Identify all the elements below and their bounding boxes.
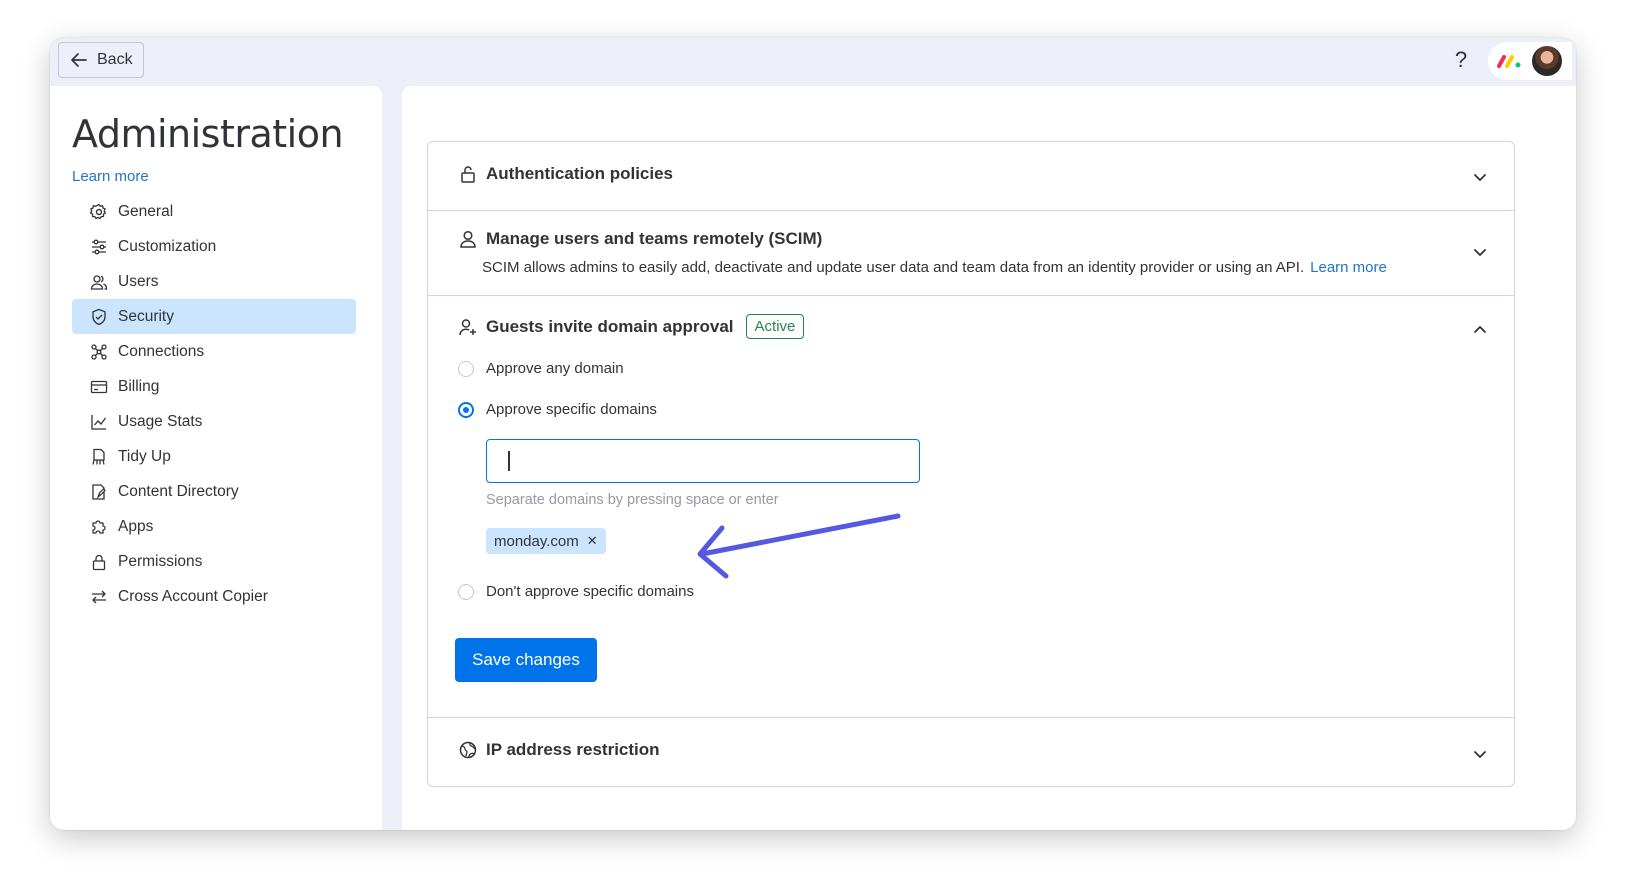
radio-approve-any-domain[interactable]: Approve any domain [458,360,624,377]
text-cursor [508,451,510,471]
section-guests-domain-approval: Guests invite domain approval Active App… [428,296,1514,718]
section-scim[interactable]: Manage users and teams remotely (SCIM) S… [428,211,1514,296]
back-button[interactable]: Back [58,42,144,78]
user-icon [460,230,476,248]
radio-button[interactable] [458,401,474,418]
sidebar-item-label: Customization [118,237,217,255]
gear-icon [90,203,107,219]
document-icon [92,483,106,500]
section-header: Manage users and teams remotely (SCIM) [458,229,822,249]
close-icon[interactable]: ✕ [587,533,598,549]
radio-dont-approve-specific-domains[interactable]: Don't approve specific domains [458,583,694,600]
lock-icon [92,554,106,570]
section-header: Authentication policies [458,164,673,184]
puzzle-icon [92,519,106,534]
domain-input[interactable] [486,439,920,483]
radio-label: Approve specific domains [486,401,657,418]
avatar[interactable] [1530,44,1564,78]
sidebar-item-general[interactable]: General [72,194,356,229]
status-badge: Active [745,314,805,339]
section-title: Authentication policies [486,164,674,183]
sidebar-item-billing[interactable]: Billing [72,369,356,404]
account-menu[interactable] [1488,42,1572,80]
chip-label: monday.com [494,532,579,550]
sidebar-item-connections[interactable]: Connections [72,334,356,369]
main-content: Authentication policies Manage users and… [402,86,1576,830]
learn-more-link[interactable]: Learn more [72,168,149,185]
chevron-down-icon[interactable] [1472,169,1488,185]
sidebar-nav: General Customization Users Security Con… [72,194,356,614]
sidebar-item-cross-account-copier[interactable]: Cross Account Copier [72,579,356,614]
sidebar-item-customization[interactable]: Customization [72,229,356,264]
sidebar-item-label: Cross Account Copier [118,587,268,605]
section-header[interactable]: Guests invite domain approval Active [458,314,805,339]
sidebar-item-label: Billing [118,377,160,395]
sidebar-item-label: Connections [118,342,205,360]
scim-description: SCIM allows admins to easily add, deacti… [482,259,1305,276]
unlock-icon [461,166,475,183]
save-changes-button[interactable]: Save changes [455,638,597,682]
page-title: Administration [72,112,344,156]
section-description: SCIM allows admins to easily add, deacti… [482,259,1387,276]
input-hint: Separate domains by pressing space or en… [486,492,779,508]
radio-approve-specific-domains[interactable]: Approve specific domains [458,401,657,418]
users-icon [90,274,108,290]
chevron-up-icon[interactable] [1472,322,1488,338]
sidebar-item-label: Tidy Up [118,447,171,465]
sliders-icon [92,239,106,254]
section-title: Guests invite domain approval [486,316,734,336]
chevron-down-icon[interactable] [1472,746,1488,762]
broom-icon [92,448,105,465]
credit-card-icon [90,380,108,393]
chevron-down-icon[interactable] [1472,244,1488,260]
app-window: Back ? Administration Learn more General… [50,38,1576,830]
sidebar-item-content-directory[interactable]: Content Directory [72,474,356,509]
radio-label: Don't approve specific domains [486,583,694,600]
sidebar-item-permissions[interactable]: Permissions [72,544,356,579]
back-label: Back [97,51,133,68]
help-icon[interactable]: ? [1447,46,1475,74]
sidebar-item-label: Users [118,272,159,290]
monday-logo-icon [1497,55,1521,68]
arrow-left-icon [71,53,87,67]
radio-button[interactable] [458,360,474,377]
radio-label: Approve any domain [486,360,624,377]
section-authentication-policies[interactable]: Authentication policies [428,142,1514,211]
shield-icon [92,308,106,325]
section-title: Manage users and teams remotely (SCIM) [486,229,823,248]
sidebar-item-usage-stats[interactable]: Usage Stats [72,404,356,439]
sidebar-item-label: Content Directory [118,482,239,500]
security-panel: Authentication policies Manage users and… [427,141,1515,787]
radio-button[interactable] [458,583,474,600]
section-title: IP address restriction [486,740,660,759]
section-ip-address-restriction[interactable]: IP address restriction [428,718,1514,786]
section-header: IP address restriction [458,740,660,760]
sidebar-item-label: Apps [118,517,154,535]
globe-icon [459,741,477,759]
sidebar-item-label: Usage Stats [118,412,203,430]
chart-icon [91,414,107,430]
connections-icon [91,343,107,360]
sidebar-item-label: General [118,202,174,220]
domain-chip: monday.com ✕ [486,528,606,554]
sidebar-item-label: Security [118,307,174,325]
sidebar-item-label: Permissions [118,552,203,570]
sidebar-item-apps[interactable]: Apps [72,509,356,544]
swap-icon [92,590,106,603]
sidebar: Administration Learn more General Custom… [50,86,382,830]
annotation-arrow [697,513,901,579]
user-plus-icon [459,318,476,335]
sidebar-item-security[interactable]: Security [72,299,356,334]
sidebar-item-tidy-up[interactable]: Tidy Up [72,439,356,474]
sidebar-item-users[interactable]: Users [72,264,356,299]
scim-learn-more-link[interactable]: Learn more [1310,259,1387,276]
